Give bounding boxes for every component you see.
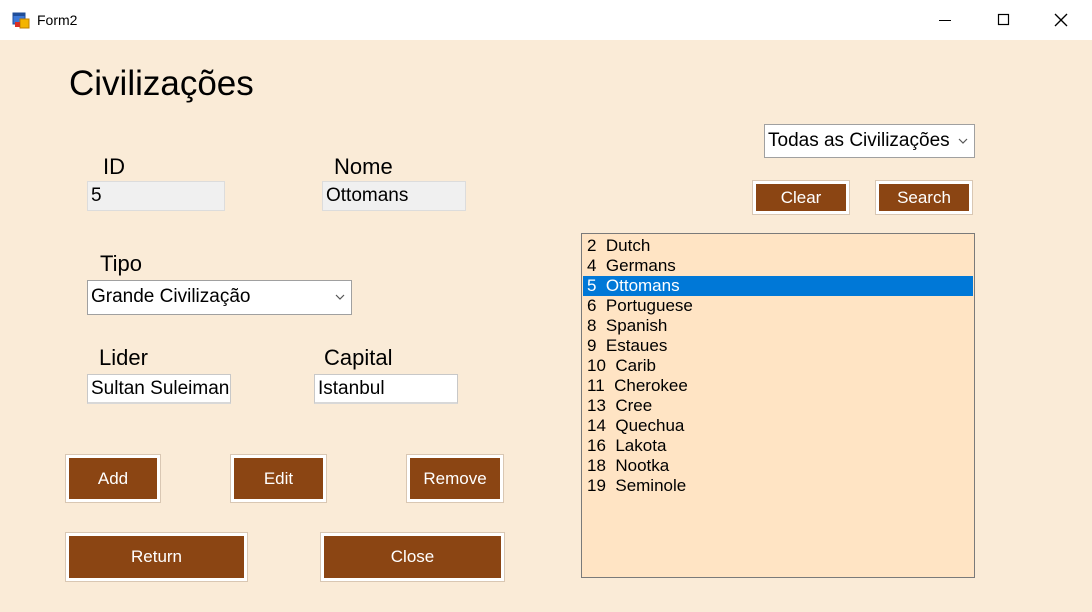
close-button[interactable]: Close — [320, 532, 505, 582]
chevron-down-icon — [335, 294, 345, 300]
tipo-label: Tipo — [100, 251, 142, 276]
chevron-down-icon — [958, 138, 968, 144]
lider-field[interactable]: Sultan Suleiman — [87, 374, 231, 404]
form-app-icon — [12, 11, 30, 29]
capital-field[interactable]: Istanbul — [314, 374, 458, 404]
civilizations-listbox[interactable]: 2 Dutch 4 Germans 5 Ottomans 6 Portuguese 8 … — [581, 233, 975, 578]
close-icon — [1054, 13, 1068, 27]
list-item[interactable]: 9 Estaues — [583, 336, 973, 356]
return-button[interactable]: Return — [65, 532, 248, 582]
nome-field[interactable]: Ottomans — [322, 181, 466, 211]
list-item[interactable]: 13 Cree — [583, 396, 973, 416]
id-label: ID — [103, 154, 125, 179]
civilization-filter-dropdown[interactable]: Todas as Civilizações — [764, 124, 975, 158]
list-item[interactable]: 14 Quechua — [583, 416, 973, 436]
list-item[interactable]: 2 Dutch — [583, 236, 973, 256]
list-item[interactable]: 18 Nootka — [583, 456, 973, 476]
tipo-selected-value: Grande Civilização — [91, 286, 251, 307]
filter-selected-value: Todas as Civilizações — [768, 130, 950, 151]
list-item[interactable]: 6 Portuguese — [583, 296, 973, 316]
minimize-icon — [939, 20, 951, 21]
search-button[interactable]: Search — [875, 180, 973, 215]
list-item[interactable]: 8 Spanish — [583, 316, 973, 336]
add-button[interactable]: Add — [65, 454, 161, 503]
minimize-button[interactable] — [916, 0, 974, 40]
list-item[interactable]: 11 Cherokee — [583, 376, 973, 396]
window-title: Form2 — [37, 12, 78, 28]
id-field[interactable]: 5 — [87, 181, 225, 211]
list-item[interactable]: 4 Germans — [583, 256, 973, 276]
clear-button[interactable]: Clear — [752, 180, 850, 215]
tipo-dropdown[interactable]: Grande Civilização — [87, 280, 352, 315]
lider-label: Lider — [99, 345, 148, 370]
list-item[interactable]: 16 Lakota — [583, 436, 973, 456]
maximize-icon — [997, 13, 1010, 26]
list-item[interactable]: 19 Seminole — [583, 476, 973, 496]
form-body: Civilizações ID 5 Nome Ottomans Tipo Gra… — [0, 40, 1092, 612]
list-item[interactable]: 5 Ottomans — [583, 276, 973, 296]
page-title: Civilizações — [69, 64, 254, 103]
capital-label: Capital — [324, 345, 393, 370]
nome-label: Nome — [334, 154, 393, 179]
title-bar[interactable]: Form2 — [0, 0, 1092, 40]
close-window-button[interactable] — [1032, 0, 1090, 40]
list-item[interactable]: 10 Carib — [583, 356, 973, 376]
edit-button[interactable]: Edit — [230, 454, 327, 503]
maximize-button[interactable] — [974, 0, 1032, 40]
remove-button[interactable]: Remove — [406, 454, 504, 503]
